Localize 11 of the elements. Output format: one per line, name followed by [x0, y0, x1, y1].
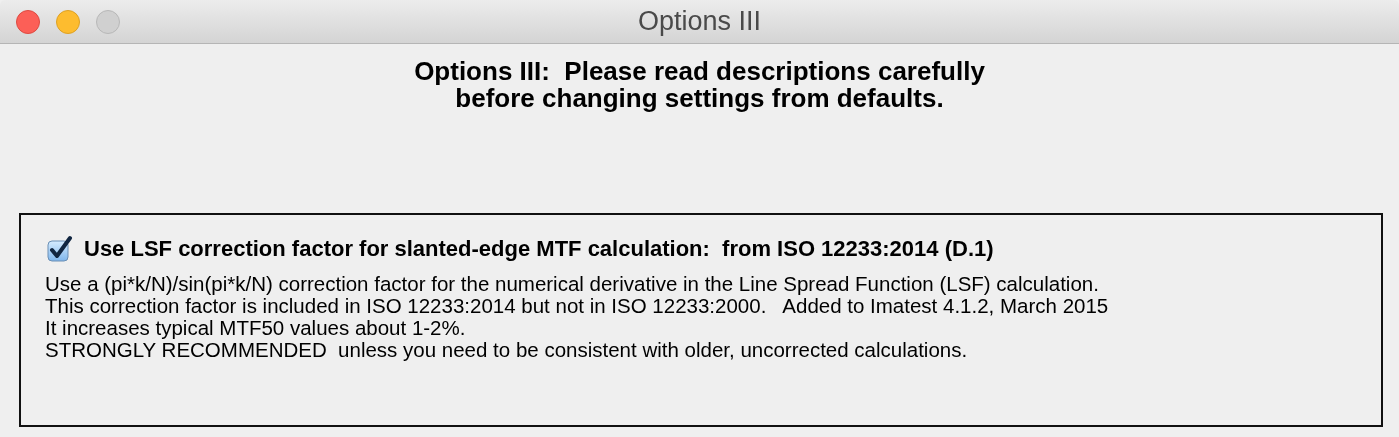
close-button[interactable]: [16, 9, 40, 34]
description-text: Use a (pi*k/N)/sin(pi*k/N) correction factor for the numerical derivative in the Line Spread Function (LSF) calculation.: [45, 272, 1099, 295]
minimize-button[interactable]: [56, 9, 80, 34]
description-text: It increases typical MTF50 values about 1-2%.: [45, 316, 466, 339]
heading-text: before changing settings from defaults.: [455, 85, 944, 112]
description-text: STRONGLY RECOMMENDED unless you need to be consistent with older, uncorrected calculations.: [45, 338, 968, 361]
checkbox-label: Use LSF correction factor for slanted-edge MTF calculation: from ISO 12233:2014 (D.1): [84, 236, 994, 262]
checkbox[interactable]: [45, 235, 73, 263]
heading-text: Options III: Please read descriptions carefully: [414, 58, 985, 85]
window-title: Options III: [637, 6, 762, 36]
description-text: This correction factor is included in ISO 12233:2014 but not in ISO 12233:2000. Added to Imatest 4.1.2, March 2015: [45, 294, 1109, 317]
